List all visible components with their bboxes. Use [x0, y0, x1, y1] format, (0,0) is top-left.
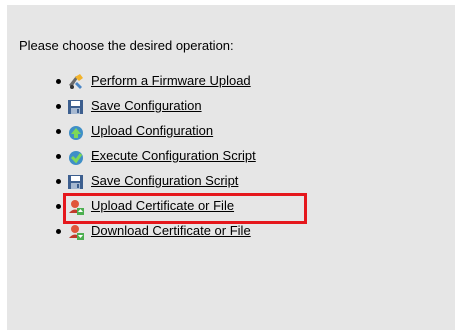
bullet	[56, 129, 61, 134]
save-configuration-link[interactable]: Save Configuration	[91, 98, 202, 113]
upload-icon[interactable]	[67, 123, 85, 141]
execute-configuration-script-link[interactable]: Execute Configuration Script	[91, 148, 256, 163]
firmware-upload-link[interactable]: Perform a Firmware Upload	[91, 73, 251, 88]
upload-certificate-link[interactable]: Upload Certificate or File	[91, 198, 234, 213]
bullet	[56, 229, 61, 234]
upload-configuration-link[interactable]: Upload Configuration	[91, 123, 213, 138]
bullet	[56, 104, 61, 109]
operation-prompt: Please choose the desired operation:	[19, 38, 234, 53]
download-certificate-link[interactable]: Download Certificate or File	[91, 223, 251, 238]
certificate-download-icon[interactable]	[67, 223, 85, 241]
save-configuration-script-link[interactable]: Save Configuration Script	[91, 173, 238, 188]
save-icon[interactable]	[67, 173, 85, 191]
bullet	[56, 179, 61, 184]
operations-panel: Please choose the desired operation: Per…	[7, 5, 455, 330]
bullet	[56, 79, 61, 84]
execute-script-icon[interactable]	[67, 148, 85, 166]
save-icon[interactable]	[67, 98, 85, 116]
firmware-upload-icon[interactable]	[67, 73, 85, 91]
bullet	[56, 154, 61, 159]
bullet	[56, 204, 61, 209]
certificate-upload-icon[interactable]	[67, 198, 85, 216]
